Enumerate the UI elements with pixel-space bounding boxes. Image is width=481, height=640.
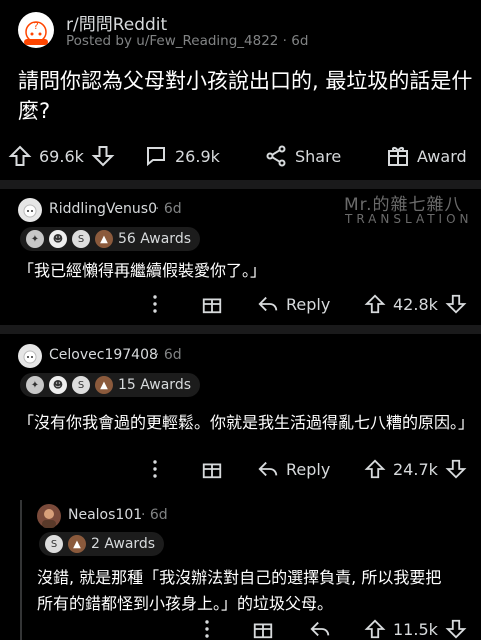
comment-awards[interactable]: S ▲ 2 Awards [39, 532, 165, 556]
awards-pill[interactable]: ✦ ☻ S ▲ 15 Awards [20, 373, 200, 397]
more-vertical-icon [153, 460, 157, 478]
give-award-button[interactable] [252, 618, 274, 640]
comment-vote-group: 24.7k [364, 458, 467, 480]
avatar[interactable] [37, 504, 61, 528]
post-divider [0, 180, 481, 189]
comment-username[interactable]: Celovec197408 [49, 347, 158, 363]
post-comments-button[interactable]: 26.9k [144, 144, 220, 168]
comment-age: · 6d [155, 201, 182, 217]
comment-icon [147, 147, 165, 167]
award-label: Award [417, 146, 467, 166]
give-award-button[interactable] [201, 293, 223, 315]
award-count: 2 Awards [91, 536, 156, 552]
share-button[interactable]: Share [264, 144, 341, 168]
comment-vote-group: 42.8k [364, 293, 467, 315]
comment-body: 「沒有你我會過的更輕鬆。你就是我生活過得亂七八糟的原因。」 [18, 413, 475, 432]
reply-button[interactable]: Reply [257, 458, 330, 480]
award-icon: S [72, 230, 90, 248]
more-vertical-icon [205, 620, 209, 638]
award-icon: ☻ [49, 376, 67, 394]
post-title: 請問你認為父母對小孩說出口的, 最垃圾的話是什麼? [18, 69, 473, 123]
downvote-icon[interactable] [91, 144, 115, 168]
reply-icon [310, 621, 330, 637]
gift-icon [253, 623, 273, 639]
svg-text:?: ? [33, 21, 38, 32]
award-icon: ✦ [26, 230, 44, 248]
comment-awards[interactable]: ✦ ☻ S ▲ 15 Awards [20, 373, 200, 397]
reply-icon [258, 461, 278, 477]
comment-username[interactable]: Nealos101 [68, 507, 142, 523]
comment-vote-count: 24.7k [393, 459, 438, 479]
avatar[interactable] [18, 344, 42, 368]
snoo-avatar-icon [23, 204, 37, 218]
snoo-avatar-icon [23, 350, 37, 364]
upvote-icon[interactable] [8, 144, 32, 168]
subreddit-name[interactable]: r/問問Reddit [66, 10, 167, 35]
thread-line[interactable] [20, 500, 22, 640]
gift-icon [388, 147, 408, 166]
award-icon: ☻ [49, 230, 67, 248]
award-count: 15 Awards [118, 377, 191, 393]
reply-label: Reply [286, 459, 331, 479]
reply-label: Reply [286, 294, 331, 314]
comment-vote-count: 42.8k [393, 294, 438, 314]
comment-divider [0, 325, 481, 334]
awards-pill[interactable]: S ▲ 2 Awards [39, 532, 165, 556]
snoo-question-icon: ? [24, 21, 48, 45]
watermark-line2: TRANSLATION [345, 212, 473, 226]
comment-awards[interactable]: ✦ ☻ S ▲ 56 Awards [20, 227, 200, 251]
post-vote-count: 69.6k [39, 146, 84, 166]
award-count: 56 Awards [118, 231, 191, 247]
comment-vote-count: 11.5k [393, 619, 438, 639]
comment-body: 「我已經懶得再繼續假裝愛你了。」 [18, 261, 267, 280]
share-icon [266, 145, 286, 167]
avatar[interactable] [18, 198, 42, 222]
award-icon: ▲ [95, 376, 113, 394]
downvote-icon[interactable] [445, 618, 467, 640]
comment-body: 沒錯, 就是那種「我沒辦法對自己的選擇負責, 所以我要把所有的錯都怪到小孩身上。… [37, 568, 442, 613]
downvote-icon[interactable] [445, 458, 467, 480]
awards-pill[interactable]: ✦ ☻ S ▲ 56 Awards [20, 227, 200, 251]
upvote-icon[interactable] [364, 458, 386, 480]
user-avatar-icon [42, 509, 56, 528]
more-vertical-icon [153, 295, 157, 313]
more-options-button[interactable] [148, 458, 162, 480]
more-options-button[interactable] [148, 293, 162, 315]
subreddit-avatar[interactable]: ? [18, 12, 54, 48]
award-icon: S [45, 535, 63, 553]
gift-icon [202, 298, 222, 314]
downvote-icon[interactable] [445, 293, 467, 315]
reply-icon [258, 296, 278, 312]
award-icon: ▲ [95, 230, 113, 248]
share-label: Share [295, 146, 342, 166]
give-award-button[interactable] [201, 458, 223, 480]
comment-username[interactable]: RiddlingVenus0 [49, 201, 157, 217]
more-options-button[interactable] [200, 618, 214, 640]
comment-vote-group: 11.5k [364, 618, 467, 640]
upvote-icon[interactable] [364, 293, 386, 315]
reply-button[interactable] [309, 618, 331, 640]
award-icon: ✦ [26, 376, 44, 394]
award-button[interactable]: Award [386, 144, 467, 168]
gift-icon [202, 463, 222, 479]
post-meta: Posted by u/Few_Reading_4822 · 6d [66, 33, 309, 49]
post-upvote-group: 69.6k [8, 144, 115, 168]
comment-age: · 6d [141, 507, 168, 523]
reply-button[interactable]: Reply [257, 293, 330, 315]
award-icon: ▲ [68, 535, 86, 553]
comment-age: · 6d [155, 347, 182, 363]
upvote-icon[interactable] [364, 618, 386, 640]
post-comment-count: 26.9k [175, 146, 220, 166]
award-icon: S [72, 376, 90, 394]
